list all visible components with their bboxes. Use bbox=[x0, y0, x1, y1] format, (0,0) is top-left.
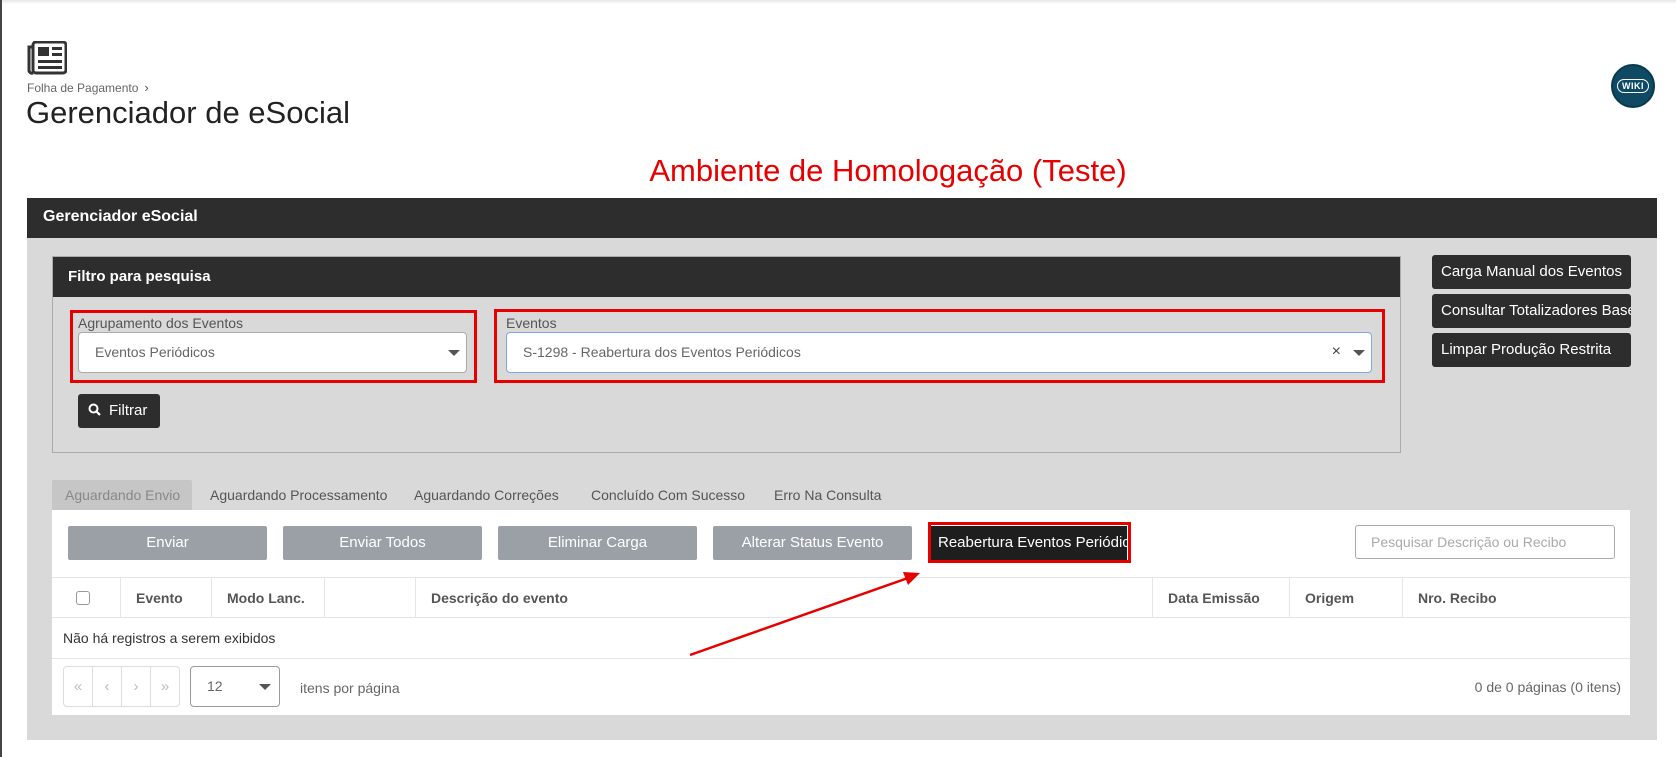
tab-awaiting-processing[interactable]: Aguardando Processamento bbox=[197, 480, 400, 510]
col-nro-recibo[interactable]: Nro. Recibo bbox=[1402, 578, 1630, 618]
breadcrumb: Folha de Pagamento › bbox=[27, 80, 149, 95]
col-origem[interactable]: Origem bbox=[1289, 578, 1402, 618]
manual-load-button[interactable]: Carga Manual dos Eventos bbox=[1432, 255, 1631, 289]
window-left-border bbox=[0, 0, 2, 757]
highlight-reopen-button bbox=[928, 522, 1131, 563]
search-icon bbox=[88, 403, 101, 416]
search-input[interactable] bbox=[1355, 525, 1615, 559]
environment-banner: Ambiente de Homologação (Teste) bbox=[649, 153, 1127, 188]
col-blank bbox=[324, 578, 415, 618]
filter-button[interactable]: Filtrar bbox=[78, 394, 160, 428]
tab-query-error[interactable]: Erro Na Consulta bbox=[761, 480, 894, 510]
panel-header: Gerenciador eSocial bbox=[27, 198, 1657, 238]
highlight-events bbox=[494, 309, 1385, 383]
chevron-right-icon: › bbox=[144, 80, 149, 95]
per-page-label: itens por página bbox=[300, 680, 400, 696]
pager: « ‹ › » bbox=[63, 666, 180, 707]
consult-totals-button[interactable]: Consultar Totalizadores Base bbox=[1432, 294, 1631, 328]
grid-footer bbox=[52, 658, 1630, 715]
delete-load-button[interactable]: Eliminar Carga bbox=[498, 526, 697, 560]
prev-page-icon[interactable]: ‹ bbox=[93, 667, 122, 706]
clear-restricted-button[interactable]: Limpar Produção Restrita bbox=[1432, 333, 1631, 367]
grid-header: Evento Modo Lanc. Descrição do evento Da… bbox=[52, 577, 1630, 618]
next-page-icon[interactable]: › bbox=[122, 667, 151, 706]
col-modo-lanc[interactable]: Modo Lanc. bbox=[211, 578, 324, 618]
highlight-grouping bbox=[70, 310, 477, 383]
page-size-value: 12 bbox=[207, 678, 223, 694]
filter-header: Filtro para pesquisa bbox=[53, 257, 1400, 297]
wiki-label: WIKI bbox=[1617, 79, 1649, 93]
col-data-emissao[interactable]: Data Emissão bbox=[1152, 578, 1289, 618]
empty-message: Não há registros a serem exibidos bbox=[63, 630, 276, 646]
wiki-button[interactable]: WIKI bbox=[1611, 64, 1655, 108]
last-page-icon[interactable]: » bbox=[151, 667, 179, 706]
first-page-icon[interactable]: « bbox=[64, 667, 93, 706]
send-button[interactable]: Enviar bbox=[68, 526, 267, 560]
page-title: Gerenciador de eSocial bbox=[26, 95, 350, 130]
tab-awaiting-send[interactable]: Aguardando Envio bbox=[52, 480, 192, 510]
newspaper-icon bbox=[27, 41, 67, 75]
tab-success[interactable]: Concluído Com Sucesso bbox=[578, 480, 758, 510]
send-all-button[interactable]: Enviar Todos bbox=[283, 526, 482, 560]
page-size-select[interactable]: 12 bbox=[190, 666, 280, 707]
caret-down-icon bbox=[259, 684, 271, 690]
col-evento[interactable]: Evento bbox=[120, 578, 208, 618]
filter-button-label: Filtrar bbox=[109, 402, 148, 419]
tab-awaiting-corrections[interactable]: Aguardando Correções bbox=[401, 480, 572, 510]
col-descricao[interactable]: Descrição do evento bbox=[415, 578, 1152, 618]
breadcrumb-item-folha[interactable]: Folha de Pagamento bbox=[27, 81, 138, 95]
page-info: 0 de 0 páginas (0 itens) bbox=[1474, 679, 1621, 695]
change-status-button[interactable]: Alterar Status Evento bbox=[713, 526, 912, 560]
top-shadow bbox=[0, 0, 1676, 4]
select-all-checkbox[interactable] bbox=[76, 591, 90, 605]
